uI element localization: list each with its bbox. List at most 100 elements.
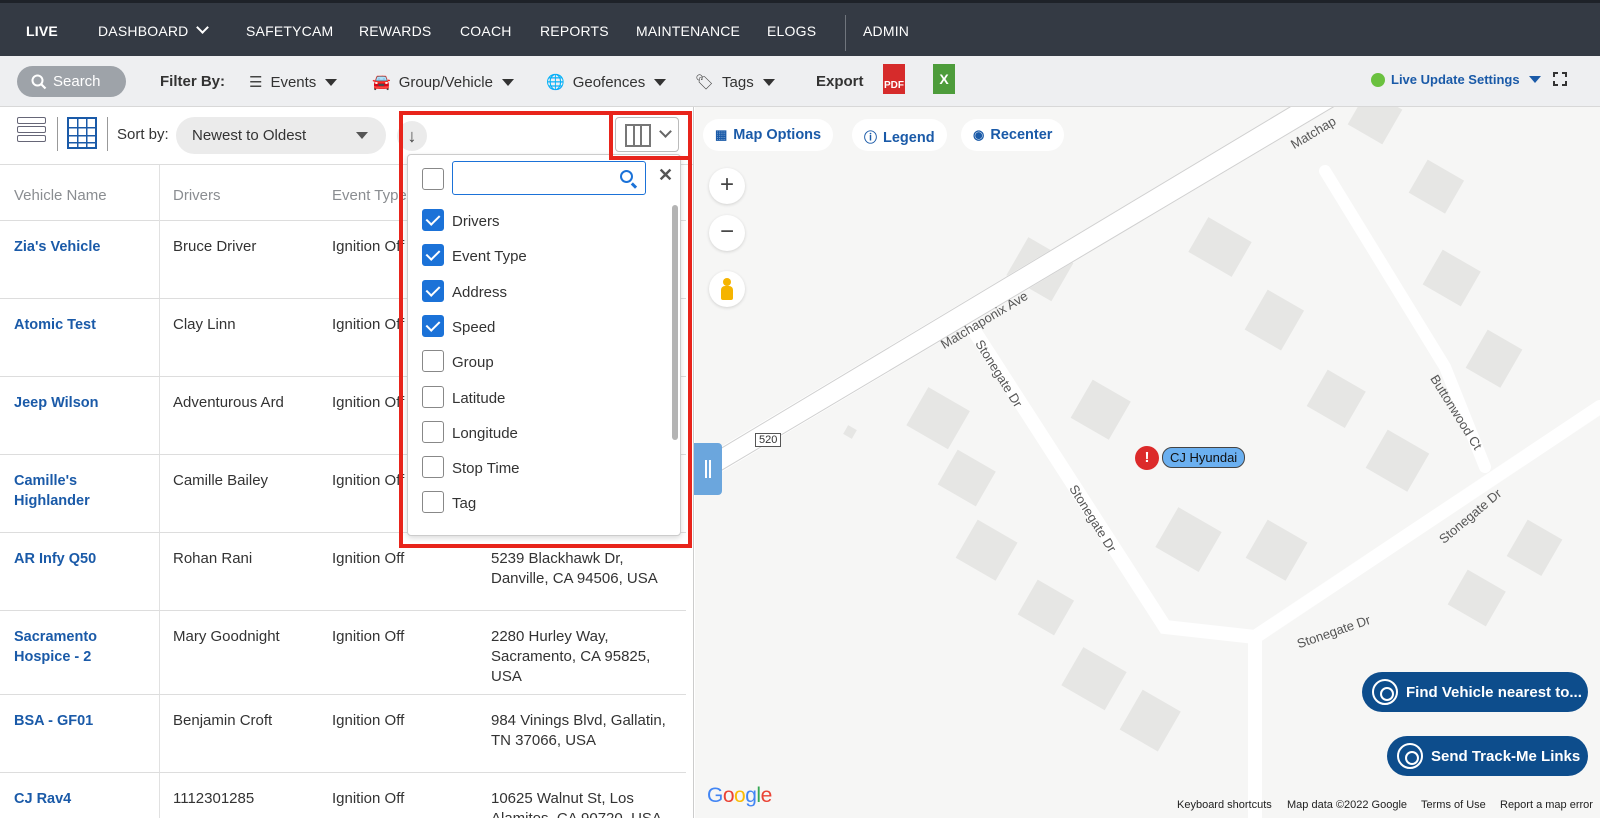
geofences-filter-label: Geofences bbox=[572, 73, 646, 91]
recenter-button[interactable]: ◉ Recenter bbox=[961, 119, 1065, 151]
sort-select[interactable]: Newest to Oldest bbox=[176, 117, 386, 154]
search-button[interactable]: Search bbox=[17, 66, 126, 97]
filter-by-label: Filter By: bbox=[160, 73, 226, 90]
tags-filter[interactable]: 🏷 Tags bbox=[695, 73, 775, 91]
vehicle-marker[interactable]: CJ Hyundai bbox=[1162, 447, 1246, 468]
find-vehicle-label: Find Vehicle nearest to... bbox=[1406, 683, 1582, 701]
map-view[interactable]: ▦ Map Options ⓘ Legend ◉ Recenter + − Match… bbox=[695, 107, 1600, 818]
export-label: Export bbox=[816, 73, 864, 90]
tag-icon: 🏷 bbox=[695, 74, 715, 91]
grid-view-icon[interactable] bbox=[67, 117, 97, 149]
vehicle-name-link[interactable]: AR Infy Q50 bbox=[14, 549, 144, 569]
vehicle-name-link[interactable]: Sacramento Hospice - 2 bbox=[14, 627, 144, 667]
nav-safetycam[interactable]: SAFETYCAM bbox=[246, 23, 333, 39]
event-type-cell: Ignition Off bbox=[332, 550, 405, 567]
pdf-export-icon[interactable]: PDF bbox=[883, 64, 905, 94]
driver-cell: Rohan Rani bbox=[173, 550, 253, 567]
nav-admin[interactable]: ADMIN bbox=[863, 23, 909, 39]
legend-button[interactable]: ⓘ Legend bbox=[852, 119, 947, 151]
event-type-cell: Ignition Off bbox=[332, 628, 405, 645]
highlight-box bbox=[609, 111, 692, 160]
caret-down-icon bbox=[356, 132, 368, 139]
sort-by-label: Sort by: bbox=[117, 126, 169, 143]
vehicle-name-link[interactable]: Atomic Test bbox=[14, 315, 144, 335]
geofences-filter[interactable]: 🌐 Geofences bbox=[546, 73, 667, 91]
list-icon: ☰ bbox=[249, 74, 263, 91]
legend-label: Legend bbox=[883, 130, 935, 146]
nav-maintenance[interactable]: MAINTENANCE bbox=[636, 23, 740, 39]
driver-cell: Clay Linn bbox=[173, 316, 236, 333]
driver-cell: Mary Goodnight bbox=[173, 628, 280, 645]
send-track-me-button[interactable]: Send Track-Me Links bbox=[1387, 736, 1588, 776]
google-logo: Google bbox=[707, 784, 772, 807]
route-shield: 520 bbox=[755, 433, 782, 447]
toolbar-divider bbox=[107, 117, 108, 151]
fullscreen-icon[interactable] bbox=[1552, 71, 1568, 87]
vehicle-name-link[interactable]: BSA - GF01 bbox=[14, 711, 144, 731]
driver-cell: 1112301285 bbox=[173, 790, 255, 807]
nav-dashboard[interactable]: DASHBOARD bbox=[98, 21, 210, 39]
sort-select-value: Newest to Oldest bbox=[192, 127, 307, 144]
street-view-pegman-icon[interactable] bbox=[709, 271, 745, 307]
event-type-cell: Ignition Off bbox=[332, 790, 405, 807]
table-row[interactable]: Sacramento Hospice - 2 Mary Goodnight Ig… bbox=[0, 611, 686, 695]
list-view-icon[interactable] bbox=[17, 117, 46, 149]
column-header-vehicle-name[interactable]: Vehicle Name bbox=[14, 187, 107, 204]
zoom-in-button[interactable]: + bbox=[709, 168, 745, 204]
group-vehicle-filter-label: Group/Vehicle bbox=[398, 73, 493, 91]
address-cell: 984 Vinings Blvd, Gallatin, TN 37066, US… bbox=[491, 712, 666, 749]
search-button-label: Search bbox=[53, 73, 101, 90]
vehicle-name-link[interactable]: Jeep Wilson bbox=[14, 393, 144, 413]
location-car-icon bbox=[1397, 743, 1423, 769]
vehicle-name-link[interactable]: Zia's Vehicle bbox=[14, 237, 144, 257]
nav-elogs[interactable]: ELOGS bbox=[767, 23, 816, 39]
events-filter-label: Events bbox=[270, 73, 317, 91]
caret-down-icon bbox=[1528, 76, 1541, 83]
globe-icon: 🌐 bbox=[546, 74, 565, 91]
find-vehicle-button[interactable]: Find Vehicle nearest to... bbox=[1362, 672, 1588, 712]
panel-resize-handle[interactable] bbox=[694, 443, 722, 495]
address-cell: 5239 Blackhawk Dr, Danville, CA 94506, U… bbox=[491, 550, 658, 587]
map-options-button[interactable]: ▦ Map Options bbox=[703, 119, 834, 151]
alert-icon[interactable]: ! bbox=[1135, 446, 1159, 470]
live-update-settings[interactable]: Live Update Settings bbox=[1371, 72, 1541, 87]
map-icon: ▦ bbox=[715, 127, 728, 142]
nav-reports[interactable]: REPORTS bbox=[540, 23, 609, 39]
zoom-out-button[interactable]: − bbox=[709, 215, 745, 251]
caret-down-icon bbox=[762, 78, 775, 86]
report-map-error-link[interactable]: Report a map error bbox=[1500, 799, 1593, 811]
tags-filter-label: Tags bbox=[722, 73, 754, 91]
driver-cell: Bruce Driver bbox=[173, 238, 257, 255]
keyboard-shortcuts-link[interactable]: Keyboard shortcuts bbox=[1177, 799, 1272, 811]
toolbar-divider bbox=[57, 117, 58, 151]
nav-rewards[interactable]: REWARDS bbox=[359, 23, 431, 39]
search-icon bbox=[31, 74, 47, 89]
vehicle-name-link[interactable]: CJ Rav4 bbox=[14, 789, 144, 809]
nav-live[interactable]: LIVE bbox=[26, 23, 58, 39]
highlight-box bbox=[399, 111, 692, 548]
driver-cell: Benjamin Croft bbox=[173, 712, 273, 729]
live-update-settings-label: Live Update Settings bbox=[1391, 72, 1520, 87]
top-nav: LIVE DASHBOARD SAFETYCAM REWARDS COACH R… bbox=[0, 0, 1600, 56]
driver-cell: Adventurous Ard bbox=[173, 394, 284, 411]
map-options-label: Map Options bbox=[733, 127, 822, 143]
send-track-me-label: Send Track-Me Links bbox=[1431, 747, 1581, 765]
column-header-event-type[interactable]: Event Type bbox=[332, 187, 407, 204]
address-cell: 10625 Walnut St, Los Alamitos, CA 90720,… bbox=[491, 790, 662, 818]
table-row[interactable]: BSA - GF01 Benjamin Croft Ignition Off 9… bbox=[0, 695, 686, 773]
event-type-cell: Ignition Off bbox=[332, 712, 405, 729]
map-data-attribution: Map data ©2022 Google bbox=[1287, 799, 1408, 811]
vehicle-name-link[interactable]: Camille's Highlander bbox=[14, 471, 144, 511]
live-status-dot bbox=[1371, 72, 1385, 87]
column-header-drivers[interactable]: Drivers bbox=[173, 187, 221, 204]
table-row[interactable]: CJ Rav4 1112301285 Ignition Off 10625 Wa… bbox=[0, 773, 686, 818]
group-vehicle-filter[interactable]: 🚘 Group/Vehicle bbox=[372, 73, 514, 91]
caret-down-icon bbox=[325, 78, 338, 86]
events-filter[interactable]: ☰ Events bbox=[249, 73, 338, 91]
recenter-label: Recenter bbox=[990, 127, 1053, 143]
excel-export-icon[interactable]: X bbox=[933, 64, 955, 94]
nav-coach[interactable]: COACH bbox=[460, 23, 512, 39]
caret-down-icon bbox=[654, 78, 667, 86]
terms-of-use-link[interactable]: Terms of Use bbox=[1421, 799, 1486, 811]
caret-down-icon bbox=[501, 78, 514, 86]
